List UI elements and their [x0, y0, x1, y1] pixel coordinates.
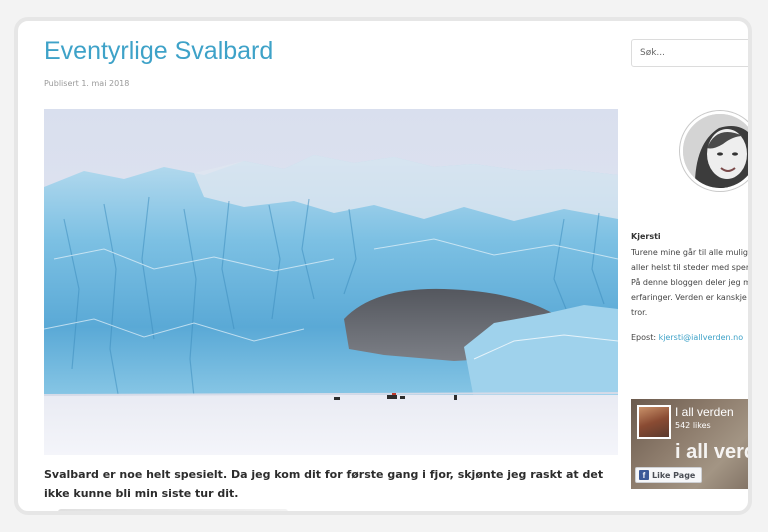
scroll-indicator — [58, 509, 288, 511]
contact-line: Epost: kjersti@iallverden.no — [631, 333, 743, 342]
facebook-page-widget[interactable]: I all verden 542 likes i all verde f Lik… — [631, 399, 748, 489]
post-intro: Svalbard er noe helt spesielt. Da jeg ko… — [44, 468, 604, 500]
facebook-like-count: 542 likes — [675, 421, 711, 430]
bio-line: erfaringer. Verden er kanskje — [631, 293, 747, 302]
facebook-cover-text: i all verde — [675, 441, 748, 463]
author-name: Kjersti — [631, 232, 661, 241]
contact-email-link[interactable]: kjersti@iallverden.no — [659, 333, 744, 342]
glacier-photo — [44, 109, 618, 455]
bio-line: tror. — [631, 308, 648, 317]
author-avatar — [680, 111, 748, 191]
post-date: Publisert 1. mai 2018 — [44, 79, 130, 88]
author-photo — [683, 114, 748, 188]
facebook-like-button[interactable]: f Like Page — [635, 467, 703, 483]
facebook-like-label: Like Page — [652, 470, 696, 480]
contact-label: Epost: — [631, 333, 657, 342]
facebook-page-thumbnail[interactable] — [637, 405, 671, 439]
facebook-page-name[interactable]: I all verden — [675, 405, 734, 419]
bio-line: aller helst til steder med sper — [631, 263, 750, 272]
hero-image — [44, 109, 618, 455]
sidebar: Kjersti Turene mine går til alle mulig a… — [630, 21, 751, 511]
post-title[interactable]: Eventyrlige Svalbard — [44, 37, 273, 66]
bio-line: På denne bloggen deler jeg m — [631, 278, 751, 287]
facebook-icon: f — [639, 470, 649, 480]
author-bio: Turene mine går til alle mulig aller hel… — [631, 245, 751, 320]
search-input[interactable] — [631, 39, 748, 67]
bio-line: Turene mine går til alle mulig — [631, 248, 748, 257]
page-frame: Eventyrlige Svalbard Publisert 1. mai 20… — [14, 17, 752, 515]
